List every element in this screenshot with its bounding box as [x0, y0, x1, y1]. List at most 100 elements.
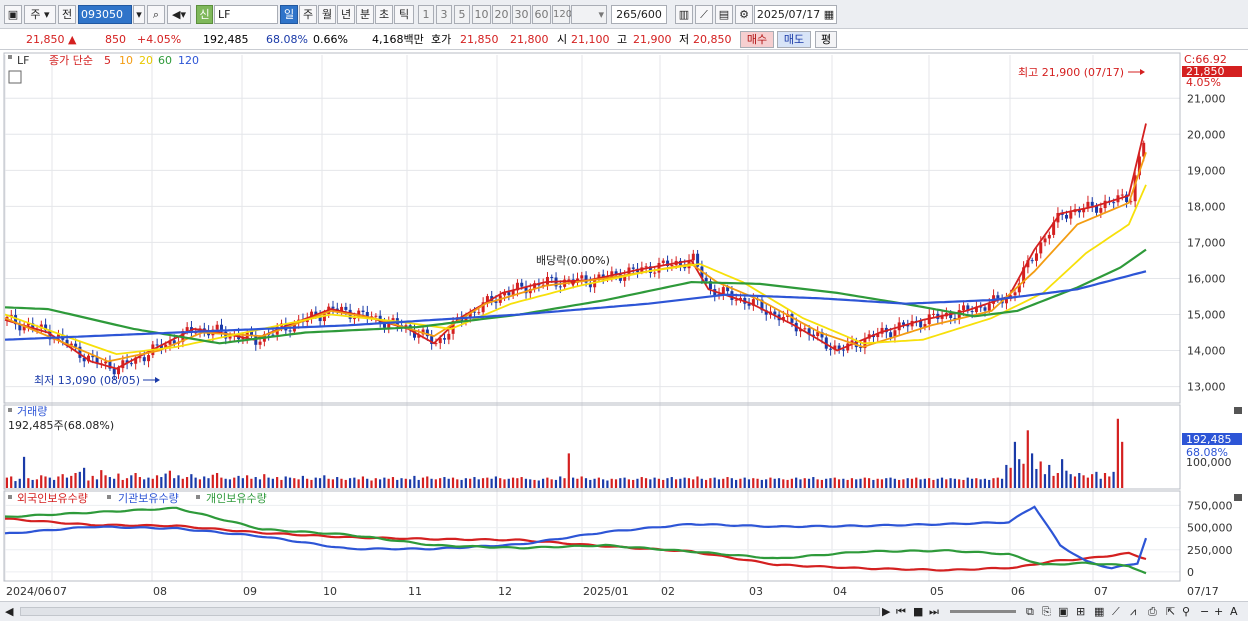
volume-bar — [155, 475, 159, 488]
volume-bar — [194, 477, 197, 488]
volume-bar — [134, 473, 137, 488]
volume-bar — [602, 479, 605, 488]
interval-custom-select[interactable]: ▾ — [571, 5, 607, 24]
volume-bar — [297, 479, 300, 488]
horizontal-scrollbar[interactable] — [20, 607, 880, 616]
volume-bar — [374, 478, 377, 488]
volume-bar — [237, 475, 240, 488]
interval-3-button[interactable]: 3 — [436, 5, 452, 24]
indicator-icon[interactable]: ⊞ — [1076, 605, 1085, 619]
volume-bar — [177, 475, 180, 488]
volume-bar — [988, 479, 991, 488]
interval-10-button[interactable]: 10 — [472, 5, 491, 24]
volume-bar — [413, 475, 416, 488]
scroll-first-icon[interactable]: ⏮ — [896, 605, 906, 619]
candle-body — [74, 343, 78, 347]
window-menu-icon[interactable]: ▣ — [4, 5, 22, 24]
calendar-icon[interactable]: ▦ — [824, 8, 834, 21]
interval-30-button[interactable]: 30 — [512, 5, 531, 24]
volume-bar — [254, 477, 257, 488]
volume-bar — [541, 478, 545, 488]
x-axis-label: 10 — [323, 585, 337, 598]
candle-icon[interactable]: ▥ — [675, 5, 693, 24]
stop-icon[interactable]: ■ — [913, 605, 923, 619]
price-y-tick: 17,000 — [1187, 236, 1226, 249]
interval-20-button[interactable]: 20 — [492, 5, 511, 24]
buy-button[interactable]: 매수 — [740, 31, 774, 48]
volume-bar — [494, 476, 497, 488]
settings-icon[interactable]: ⚙ — [735, 5, 753, 24]
date-field[interactable]: 2025/07/17 ▦ — [754, 5, 837, 24]
interval-60-button[interactable]: 60 — [532, 5, 551, 24]
volume-bar — [95, 479, 99, 488]
volume-bar — [477, 479, 480, 488]
volume-bar — [524, 478, 528, 488]
period-month-button[interactable]: 월 — [318, 5, 336, 24]
font-size-icon[interactable]: A — [1230, 605, 1238, 619]
period-tick-button[interactable]: 틱 — [394, 5, 414, 24]
interval-1-button[interactable]: 1 — [418, 5, 434, 24]
volume-bar — [1000, 478, 1004, 488]
zoom-slider[interactable] — [950, 610, 1016, 613]
period-day-button[interactable]: 일 — [280, 5, 298, 24]
volume-bar — [580, 476, 583, 488]
volume-bar — [125, 478, 129, 488]
panel-icon[interactable]: ▣ — [1058, 605, 1068, 619]
candle-body — [1090, 201, 1094, 206]
chart-area[interactable]: 21,000 20,000 19,000 18,000 17,000 16,000 15,0… — [0, 51, 1248, 601]
sound-icon[interactable]: ◀▾ — [167, 5, 191, 24]
scroll-last-icon[interactable]: ⏭ — [929, 605, 939, 619]
prev-button[interactable]: 전 — [58, 5, 76, 24]
volume-bar — [516, 478, 519, 488]
scroll-left-icon[interactable]: ◀ — [5, 605, 13, 619]
holding-panel-close-icon[interactable] — [1234, 494, 1242, 501]
period-year-button[interactable]: 년 — [337, 5, 355, 24]
volume-bar — [996, 477, 999, 488]
interval-5-button[interactable]: 5 — [454, 5, 470, 24]
volume-bar — [1121, 441, 1124, 488]
price-y-tick: 13,000 — [1187, 381, 1226, 394]
volume-bar — [486, 477, 489, 488]
zoom-in-icon[interactable]: + — [1214, 605, 1223, 619]
table-icon[interactable]: ▦ — [1094, 605, 1104, 619]
trend-icon[interactable]: ⟋ — [1112, 605, 1120, 619]
volume-bar — [241, 478, 244, 488]
volume-bar — [842, 478, 845, 488]
candle-body — [331, 306, 335, 309]
period-minute-button[interactable]: 분 — [356, 5, 374, 24]
scroll-right-icon[interactable]: ▶ — [882, 605, 890, 619]
candle-body — [443, 338, 447, 340]
ask-price: 21,850 — [460, 33, 499, 46]
export-icon[interactable]: ⇱ — [1166, 605, 1175, 619]
period-second-button[interactable]: 초 — [375, 5, 393, 24]
zoom-icon[interactable]: ⚲ — [1182, 605, 1190, 619]
volume-bar — [1095, 471, 1098, 488]
count-field[interactable]: 265/600 — [611, 5, 667, 24]
code-dropdown-icon[interactable]: ▾ — [133, 5, 145, 24]
layout-icon[interactable]: ⧉ — [1026, 605, 1034, 619]
print-icon[interactable]: ⎙ — [1148, 605, 1157, 619]
interval-120-button[interactable]: 120 — [552, 5, 572, 24]
copy-icon[interactable]: ⎘ — [1042, 605, 1051, 619]
code-input[interactable]: 093050 — [78, 5, 132, 24]
volume-bar — [795, 477, 798, 488]
eval-button[interactable]: 평 — [815, 31, 837, 48]
search-icon[interactable]: ⌕ — [147, 5, 165, 24]
pattern-icon[interactable]: ⩘ — [1130, 605, 1136, 619]
x-axis-label: 04 — [833, 585, 847, 598]
volume-bar — [949, 478, 952, 488]
period-week-button[interactable]: 주 — [299, 5, 317, 24]
draw-line-icon[interactable]: ⟋ — [695, 5, 713, 24]
zoom-out-icon[interactable]: − — [1200, 605, 1209, 619]
sell-button[interactable]: 매도 — [777, 31, 811, 48]
stock-name-field[interactable]: LF — [214, 5, 278, 24]
volume-bar — [143, 479, 146, 488]
volume-panel-close-icon[interactable] — [1234, 407, 1242, 414]
turnover-rate: 0.66% — [313, 33, 348, 46]
volume-y-tick: 100,000 — [1186, 456, 1232, 469]
save-icon[interactable]: ▤ — [715, 5, 733, 24]
volume-bar — [443, 477, 446, 488]
calculator-icon[interactable] — [8, 70, 22, 84]
market-select[interactable]: 주 ▾ — [24, 5, 56, 24]
volume-bar — [876, 478, 879, 488]
